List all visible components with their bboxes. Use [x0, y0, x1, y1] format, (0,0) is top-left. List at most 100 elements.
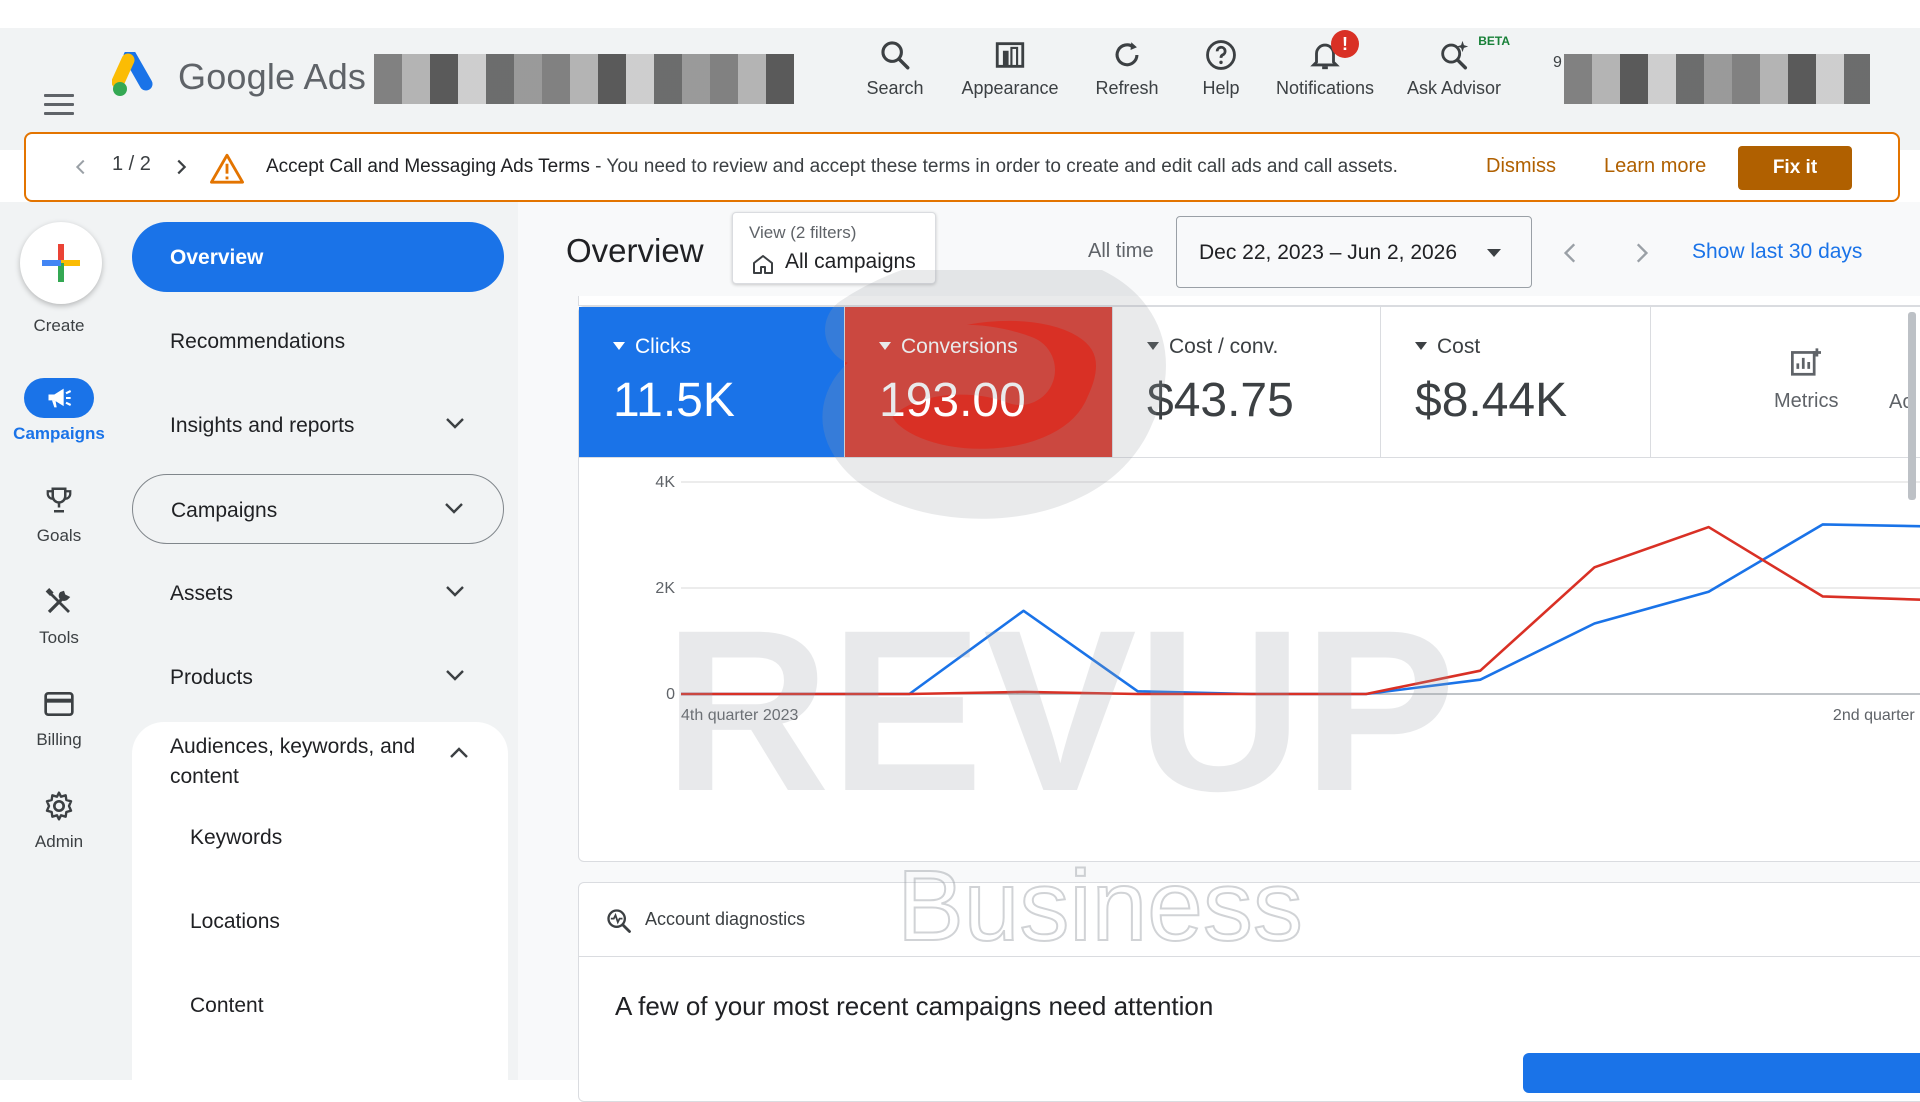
nav-item-campaigns[interactable]: Campaigns [132, 474, 504, 544]
dismiss-link[interactable]: Dismiss [1486, 155, 1556, 178]
main-content: Overview View (2 filters) All campaigns … [518, 202, 1920, 1102]
nav-label-recommendations: Recommendations [170, 330, 346, 353]
hamburger-menu-icon[interactable] [44, 94, 74, 116]
metrics-label: Metrics [1774, 390, 1839, 412]
all-time-label: All time [1088, 240, 1154, 262]
main-scrollbar[interactable] [1908, 312, 1916, 500]
help-button[interactable]: Help [1196, 38, 1246, 106]
appearance-button[interactable]: Appearance [956, 38, 1064, 106]
performance-card: Clicks 11.5K Conversions 193.00 Cost / c… [578, 306, 1920, 862]
google-ads-window: Google Ads Search Appearance Refresh Hel… [0, 0, 1920, 1102]
date-range-selector[interactable]: Dec 22, 2023 – Jun 2, 2026 [1176, 216, 1532, 288]
metrics-button[interactable]: Metrics [1774, 347, 1838, 413]
help-icon [1206, 40, 1236, 70]
nav-label-campaigns: Campaigns [171, 499, 278, 522]
nav-item-content[interactable]: Content [190, 994, 264, 1018]
view-filter-label: View (2 filters) [749, 223, 857, 242]
advisor-sparkle-icon [1441, 40, 1469, 70]
account-id-fragment: 9 [1553, 54, 1562, 71]
nav-item-assets[interactable]: Assets [132, 558, 504, 628]
search-label: Search [866, 78, 924, 98]
stat-cost-per-conv-value: $43.75 [1147, 374, 1294, 427]
google-ads-logo-icon [112, 52, 153, 96]
nav-item-insights[interactable]: Insights and reports [132, 390, 504, 460]
refresh-label: Refresh [1095, 78, 1159, 98]
fix-it-button[interactable]: Fix it [1738, 146, 1852, 190]
series-line-conversions[interactable] [681, 525, 1920, 696]
diagnostics-search-icon [607, 909, 631, 933]
stat-conversions-name: Conversions [879, 335, 1018, 359]
chevron-right-icon[interactable] [170, 156, 192, 178]
nav-label-audiences[interactable]: Audiences, keywords, and content [170, 732, 440, 792]
y-tick-label: 2K [655, 580, 675, 597]
credit-card-icon [44, 692, 74, 716]
appearance-icon [995, 42, 1025, 68]
rail-label-tools: Tools [39, 628, 79, 647]
stat-cost[interactable]: Cost $8.44K [1381, 307, 1651, 457]
beta-tag: BETA [1478, 34, 1510, 48]
x-start-label: 4th quarter 2023 [681, 707, 799, 724]
ask-advisor-button[interactable]: BETA Ask Advisor [1400, 34, 1510, 106]
rail-item-goals[interactable]: Goals [0, 480, 118, 546]
rail-label-goals: Goals [36, 526, 82, 545]
stat-conversions[interactable]: Conversions 193.00 [845, 307, 1113, 457]
rail-create-label-wrap: Create [0, 310, 118, 336]
ask-advisor-label: Ask Advisor [1406, 78, 1502, 98]
rail-item-tools[interactable]: Tools [0, 582, 118, 648]
nav-label-overview: Overview [170, 246, 264, 269]
search-icon [881, 41, 910, 70]
learn-more-link[interactable]: Learn more [1604, 155, 1706, 178]
account-diagnostics-card: Account diagnostics A few of your most r… [578, 882, 1920, 1102]
view-filter-selector[interactable]: View (2 filters) All campaigns [732, 212, 936, 284]
tools-icon [45, 588, 71, 614]
chevron-left-icon[interactable] [70, 156, 92, 178]
create-button[interactable] [20, 222, 102, 304]
previous-card-edge [578, 296, 1920, 306]
stat-cost-per-conv[interactable]: Cost / conv. $43.75 [1113, 307, 1381, 457]
account-selector[interactable] [374, 54, 794, 104]
warning-icon [210, 153, 244, 184]
show-last-30-days-link[interactable]: Show last 30 days [1692, 240, 1862, 264]
stat-clicks-name: Clicks [613, 335, 691, 359]
chart-svg: 0 2K 4K 4th quarter 2023 2nd quarter 20 [655, 474, 1920, 724]
rail-label-billing: Billing [36, 730, 82, 749]
refresh-icon [1115, 42, 1139, 67]
date-range-value: Dec 22, 2023 – Jun 2, 2026 [1199, 241, 1458, 264]
trophy-icon [46, 487, 72, 513]
add-metric-chart-icon [1791, 348, 1822, 376]
rail-item-campaigns[interactable]: Campaigns [0, 378, 118, 444]
nav-item-keywords[interactable]: Keywords [190, 826, 282, 850]
notifications-label: Notifications [1275, 78, 1375, 98]
banner-body: - You need to review and accept these te… [589, 156, 1398, 177]
search-button[interactable]: Search [860, 38, 930, 106]
nav-label-products: Products [170, 666, 253, 689]
rail-item-admin[interactable]: Admin [0, 786, 118, 852]
rail-item-billing[interactable]: Billing [0, 684, 118, 750]
stat-cost-name: Cost [1415, 335, 1480, 359]
refresh-button[interactable]: Refresh [1090, 38, 1164, 106]
series-line-clicks[interactable] [681, 523, 1920, 696]
previous-period-icon[interactable] [1558, 240, 1584, 266]
chevron-up-icon[interactable] [448, 746, 470, 760]
home-icon [753, 255, 773, 274]
stat-cost-per-conv-name: Cost / conv. [1147, 335, 1278, 359]
y-tick-label: 4K [655, 474, 675, 491]
stat-conversions-value: 193.00 [879, 374, 1026, 427]
brand-name: Google Ads [178, 56, 367, 97]
rail-label-admin: Admin [34, 832, 84, 851]
chevron-down-icon [446, 586, 464, 597]
nav-item-recommendations[interactable]: Recommendations [132, 306, 504, 376]
nav-item-overview[interactable]: Overview [132, 222, 504, 292]
nav-item-products[interactable]: Products [132, 642, 504, 712]
help-label: Help [1202, 78, 1240, 98]
page-title: Overview [566, 232, 704, 269]
performance-chart: 0 2K 4K 4th quarter 2023 2nd quarter 20 [579, 457, 1920, 857]
account-profile[interactable] [1564, 54, 1870, 104]
stat-clicks[interactable]: Clicks 11.5K [579, 307, 845, 457]
next-period-icon[interactable] [1628, 240, 1654, 266]
chevron-down-icon [445, 503, 463, 514]
notification-badge: ! [1331, 30, 1359, 58]
notifications-button[interactable]: ! Notifications [1268, 30, 1382, 106]
nav-item-locations[interactable]: Locations [190, 910, 280, 934]
diagnostics-action-button[interactable] [1523, 1053, 1920, 1093]
